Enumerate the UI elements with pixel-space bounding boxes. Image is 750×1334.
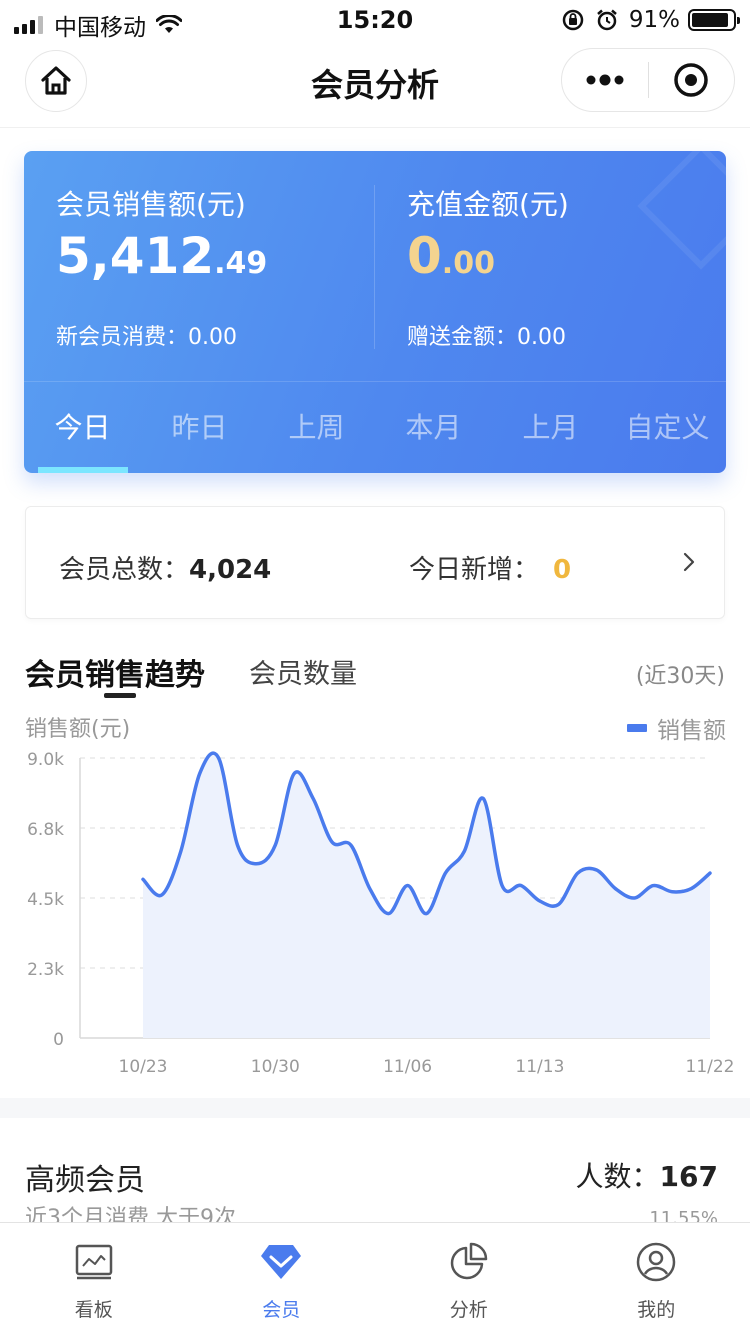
active-tab-indicator — [104, 693, 136, 698]
dashboard-icon — [71, 1239, 117, 1285]
high-freq-count-label: 人数： — [575, 1160, 660, 1193]
tab-member-label: 会员 — [262, 1299, 301, 1321]
x-tick-label: 11/22 — [686, 1057, 735, 1077]
tab-custom[interactable]: 自定义 — [609, 382, 726, 473]
alarm-icon — [597, 9, 617, 31]
total-members-label: 会员总数： — [59, 555, 190, 585]
new-today-label: 今日新增： — [409, 555, 540, 585]
y-tick-label: 6.8k — [27, 820, 64, 840]
x-tick-label: 11/13 — [515, 1057, 564, 1077]
member-icon — [258, 1239, 304, 1285]
x-tick-label: 11/06 — [383, 1057, 432, 1077]
card-vertical-divider — [374, 185, 375, 349]
pie-chart-icon — [446, 1239, 492, 1285]
tab-last-week[interactable]: 上周 — [258, 382, 375, 473]
y-tick-label: 0 — [53, 1030, 64, 1050]
trend-period: (近30天) — [635, 664, 725, 689]
nav-bar: 会员分析 — [0, 42, 750, 128]
period-tabs: 今日 昨日 上周 本月 上月 自定义 — [24, 382, 726, 473]
status-bar: 中国移动 15:20 91% — [0, 0, 750, 41]
section-gap — [0, 1098, 750, 1118]
new-today-value: 0 — [553, 555, 572, 585]
tab-analysis[interactable]: 分析 — [375, 1223, 563, 1334]
x-tick-label: 10/23 — [119, 1057, 168, 1077]
tab-last-month[interactable]: 上月 — [492, 382, 609, 473]
legend-swatch — [627, 724, 647, 732]
tab-dashboard-label: 看板 — [74, 1299, 113, 1321]
capsule-menu — [561, 48, 735, 112]
new-today: 今日新增： 0 — [409, 549, 571, 586]
new-member-spend: 新会员消费：0.00 — [56, 319, 237, 351]
battery-fill — [692, 13, 729, 27]
tab-dashboard[interactable]: 看板 — [0, 1223, 188, 1334]
tab-profile-label: 我的 — [637, 1299, 676, 1321]
tab-yesterday[interactable]: 昨日 — [141, 382, 258, 473]
profile-icon — [633, 1239, 679, 1285]
card-decoration — [637, 151, 726, 270]
status-right: 91% — [561, 7, 740, 33]
gift-amount: 赠送金额：0.00 — [407, 319, 566, 351]
tab-profile[interactable]: 我的 — [563, 1223, 750, 1334]
chart-y-axis-label: 销售额(元) — [25, 717, 131, 742]
sales-card: 会员销售额(元) 5,412.49 新会员消费：0.00 充值金额(元) 0.0… — [24, 151, 726, 473]
member-summary-card[interactable]: 会员总数：4,024 今日新增： 0 — [25, 506, 725, 619]
rotation-lock-icon — [562, 9, 584, 31]
x-tick-label: 10/30 — [251, 1057, 300, 1077]
gift-label: 赠送金额： — [407, 325, 518, 350]
recharge-label: 充值金额(元) — [407, 188, 569, 221]
tab-this-month[interactable]: 本月 — [375, 382, 492, 473]
new-member-value: 0.00 — [188, 325, 237, 350]
tab-sales-trend[interactable]: 会员销售趋势 — [25, 650, 205, 694]
recharge-amount: 0.00 — [407, 227, 495, 285]
tab-analysis-label: 分析 — [449, 1299, 488, 1321]
total-members-value: 4,024 — [189, 555, 272, 585]
battery-icon — [688, 9, 740, 31]
y-tick-label: 9.0k — [27, 750, 64, 770]
tab-member[interactable]: 会员 — [188, 1223, 376, 1334]
chevron-right-icon — [683, 552, 695, 572]
sales-trend-chart: 9.0k 6.8k 4.5k 2.3k 0 10/23 10/30 11/06 11/13 11/… — [27, 750, 735, 1077]
recharge-dec: .00 — [441, 246, 495, 281]
high-freq-count-value: 167 — [659, 1160, 718, 1193]
target-close-icon — [674, 63, 708, 97]
member-sales-int: 5,412 — [56, 227, 215, 285]
member-sales-dec: .49 — [214, 246, 268, 281]
y-tick-label: 4.5k — [27, 890, 64, 910]
tab-today[interactable]: 今日 — [24, 382, 141, 473]
tab-member-count[interactable]: 会员数量 — [249, 652, 357, 691]
member-sales-label: 会员销售额(元) — [56, 188, 246, 221]
close-miniprogram-button[interactable] — [649, 62, 735, 98]
more-icon — [586, 74, 624, 86]
more-button[interactable] — [562, 74, 648, 86]
battery-percent: 91% — [628, 7, 680, 33]
new-member-label: 新会员消费： — [56, 325, 189, 350]
high-freq-count: 人数：167 — [576, 1155, 718, 1195]
recharge-int: 0 — [407, 227, 442, 285]
member-sales-amount: 5,412.49 — [56, 227, 267, 285]
high-freq-title: 高频会员 — [25, 1163, 145, 1198]
bottom-tab-bar: 看板 会员 分析 我的 — [0, 1222, 750, 1334]
y-tick-label: 2.3k — [27, 960, 64, 980]
gift-value: 0.00 — [517, 325, 566, 350]
total-members: 会员总数：4,024 — [59, 549, 271, 586]
